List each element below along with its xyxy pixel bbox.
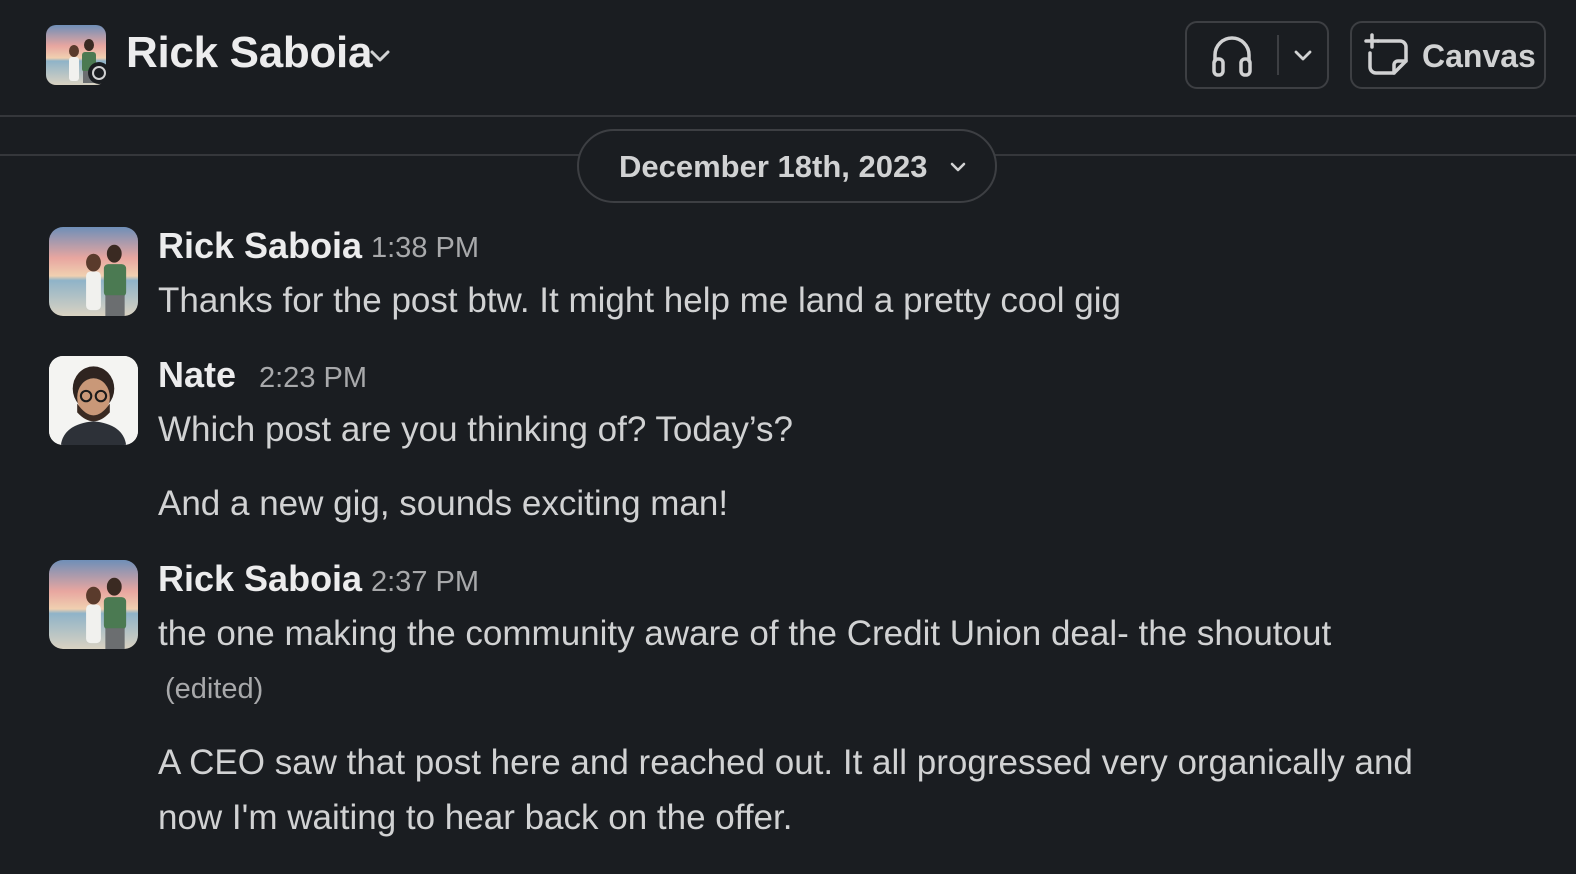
avatar[interactable] (49, 227, 138, 316)
message-author[interactable]: Rick Saboia (158, 558, 362, 600)
beach-couple-photo (49, 227, 138, 316)
canvas-button[interactable]: Canvas (1350, 21, 1546, 89)
message-text: Thanks for the post btw. It might help m… (158, 281, 1122, 320)
chevron-down-icon (949, 158, 967, 181)
message-text: Which post are you thinking of? Today’s? (158, 410, 793, 449)
message-text: A CEO saw that post here and reached out… (158, 743, 1413, 782)
message-timestamp[interactable]: 2:23 PM (259, 362, 367, 395)
beach-couple-photo (49, 560, 138, 649)
huddle-options-button[interactable] (1279, 23, 1327, 87)
avatar[interactable] (49, 560, 138, 649)
date-label: December 18th, 2023 (619, 149, 928, 184)
canvas-label: Canvas (1422, 38, 1536, 74)
headphones-icon (1212, 36, 1252, 77)
dm-title[interactable]: Rick Saboia (126, 28, 372, 78)
message-timestamp[interactable]: 2:37 PM (371, 566, 479, 599)
presence-indicator (88, 62, 110, 84)
huddle-button-group (1185, 21, 1329, 89)
avatar[interactable] (49, 356, 138, 445)
away-status-icon (92, 66, 106, 80)
message-author[interactable]: Rick Saboia (158, 225, 362, 267)
huddle-button[interactable] (1187, 23, 1277, 87)
edited-label: (edited) (165, 673, 264, 705)
message-author[interactable]: Nate (158, 354, 236, 396)
message-text: And a new gig, sounds exciting man! (158, 484, 729, 523)
chevron-down-icon[interactable] (368, 44, 392, 73)
message-text: the one making the community aware of th… (158, 614, 1332, 653)
man-with-glasses-photo (49, 356, 138, 445)
chevron-down-icon (1294, 50, 1312, 61)
date-divider-button[interactable]: December 18th, 2023 (577, 129, 997, 203)
message-timestamp[interactable]: 1:38 PM (371, 232, 479, 265)
canvas-icon (1364, 31, 1412, 84)
message-text: now I'm waiting to hear back on the offe… (158, 798, 793, 837)
channel-header: Rick Saboia Canvas (0, 0, 1576, 117)
